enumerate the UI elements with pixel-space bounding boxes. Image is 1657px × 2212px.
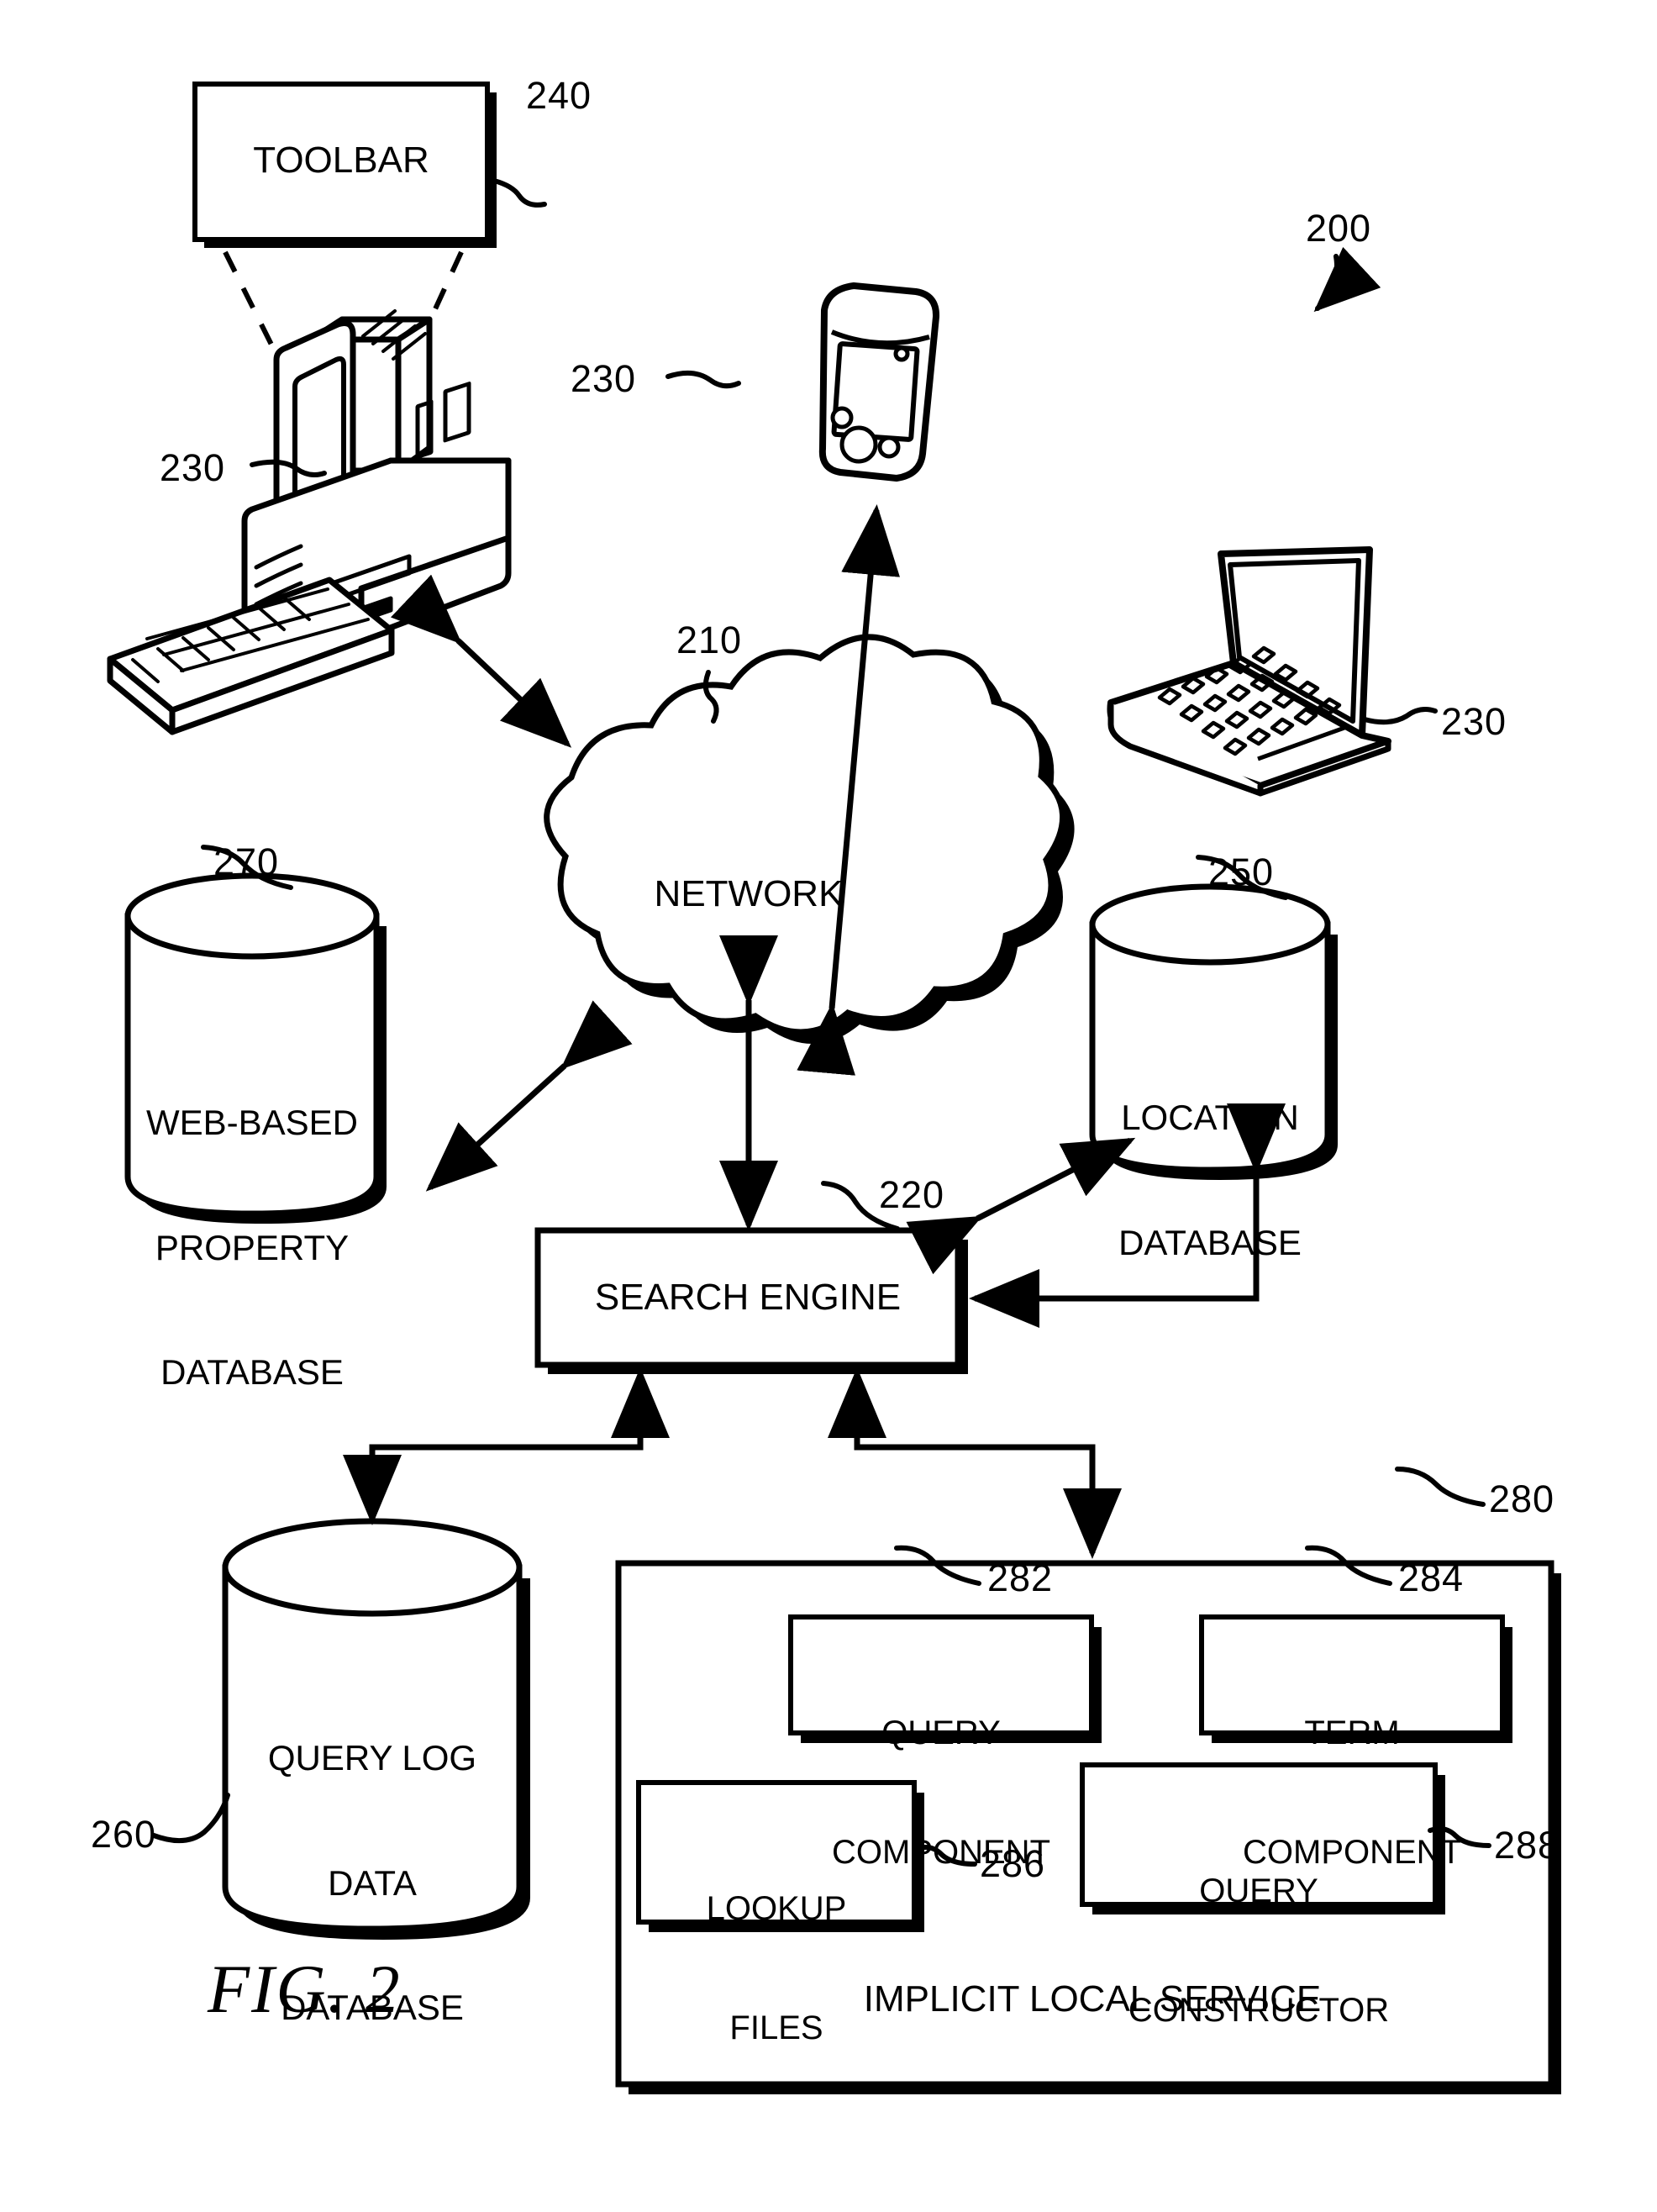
ref-270: 270	[213, 840, 280, 883]
query-constructor-line-1: QUERY	[1199, 1872, 1318, 1910]
query-log-database-label: QUERY LOG DATA DATABASE	[225, 1654, 519, 2112]
lookup-files-line-2: FILES	[729, 2009, 823, 2046]
lookup-files-label: LOOKUP FILES	[639, 1810, 914, 2128]
location-database-label: LOCATION DATABASE	[1092, 1014, 1328, 1346]
leader-230-pda	[665, 370, 741, 389]
query-constructor-label: QUERY CONSTRUCTOR	[1082, 1793, 1435, 2110]
ref-250: 250	[1208, 851, 1275, 893]
query-constructor-line-2: CONSTRUCTOR	[1128, 1991, 1390, 2029]
web-property-database-label: WEB-BASED PROPERTY DATABASE	[128, 1019, 376, 1477]
location-db-line-2: DATABASE	[1118, 1222, 1302, 1262]
ref-288: 288	[1494, 1824, 1560, 1867]
ref-260: 260	[91, 1813, 157, 1856]
ref-230-desktop: 230	[160, 446, 226, 489]
arrow-search-engine-query-log	[343, 1367, 670, 1525]
toolbar-label: TOOLBAR	[253, 140, 429, 181]
location-db-line-1: LOCATION	[1121, 1098, 1299, 1138]
search-engine-label: SEARCH ENGINE	[594, 1277, 902, 1318]
network-label: NETWORK	[654, 873, 844, 914]
web-db-line-3: DATABASE	[160, 1352, 344, 1393]
ref-284: 284	[1398, 1556, 1465, 1599]
leader-200	[1313, 246, 1381, 313]
ref-240: 240	[526, 74, 592, 117]
web-db-line-2: PROPERTY	[155, 1227, 350, 1267]
ref-282: 282	[987, 1556, 1054, 1599]
leader-260	[151, 1793, 230, 1844]
ref-230-laptop: 230	[1441, 700, 1507, 743]
term-component-line-1: TERM	[1304, 1714, 1400, 1752]
query-log-line-1: QUERY LOG	[267, 1738, 477, 1778]
lookup-files-line-1: LOOKUP	[706, 1890, 847, 1928]
ref-280: 280	[1489, 1477, 1555, 1520]
pda-handheld-icon	[818, 282, 940, 482]
leader-230-laptop	[1362, 707, 1438, 725]
query-component-line-1: QUERY	[881, 1714, 1001, 1752]
leader-280	[1395, 1467, 1486, 1507]
ref-200: 200	[1306, 207, 1372, 250]
patent-figure-page: TOOLBAR 240 200 230 230 230 NETWORK 210 …	[0, 0, 1657, 2212]
web-db-line-1: WEB-BASED	[145, 1103, 359, 1143]
query-log-line-2: DATA	[328, 1862, 417, 1903]
ref-220: 220	[879, 1173, 945, 1216]
figure-caption: FIG. 2	[208, 1951, 402, 2027]
leader-240	[492, 178, 547, 208]
arrow-search-engine-implicit-service	[828, 1367, 1122, 1559]
arrow-desktop-network	[391, 574, 572, 748]
ref-230-pda: 230	[571, 357, 637, 400]
laptop-computer-icon	[1107, 546, 1391, 797]
ref-210: 210	[676, 619, 743, 661]
ref-286: 286	[980, 1842, 1046, 1885]
desktop-computer-icon	[107, 309, 512, 735]
network-cloud	[544, 634, 1075, 1045]
arrow-network-webdb	[425, 1000, 633, 1192]
